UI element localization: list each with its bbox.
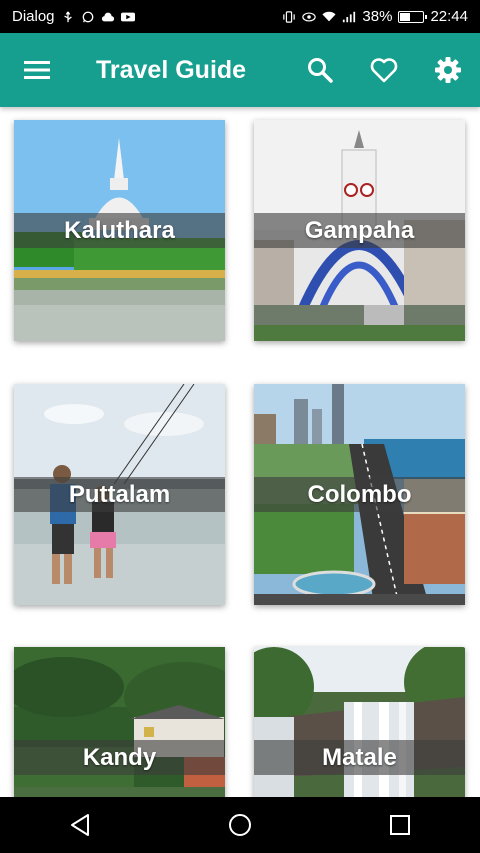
signal-icon (343, 11, 356, 22)
destination-name: Colombo (307, 480, 412, 508)
menu-icon (24, 61, 50, 79)
destination-card-kaluthara[interactable]: Kaluthara (14, 120, 225, 341)
destination-label-band: Matale (254, 740, 465, 775)
menu-button[interactable] (0, 33, 74, 107)
vibrate-icon (283, 10, 296, 23)
recents-icon (390, 815, 410, 835)
eye-icon (302, 11, 317, 22)
home-icon (229, 814, 251, 836)
settings-button[interactable] (416, 33, 480, 107)
clock: 22:44 (430, 8, 468, 25)
status-right: 38% 22:44 (282, 8, 468, 25)
destination-card-kandy[interactable]: Kandy (14, 647, 225, 797)
youtube-icon (120, 12, 135, 21)
recents-button[interactable] (360, 797, 440, 853)
wifi-icon (322, 11, 336, 21)
battery-fill (400, 12, 410, 21)
destination-name: Kandy (82, 743, 157, 771)
status-bar: Dialog 38% 22:44 (0, 0, 480, 33)
usb-icon (63, 11, 72, 22)
destination-name: Kaluthara (64, 216, 175, 244)
destination-card-puttalam[interactable]: Puttalam (14, 384, 225, 605)
destination-name: Puttalam (68, 480, 171, 508)
back-icon (71, 814, 89, 836)
destination-name: Gampaha (304, 216, 415, 244)
whatsapp-icon (82, 11, 93, 22)
destination-label-band: Puttalam (14, 477, 225, 512)
settings-icon (435, 57, 461, 83)
system-nav-bar (0, 797, 480, 853)
destination-label-band: Gampaha (254, 213, 465, 248)
search-button[interactable] (288, 33, 352, 107)
destination-card-matale[interactable]: Matale (254, 647, 465, 797)
destination-card-colombo[interactable]: Colombo (254, 384, 465, 605)
carrier-name: Dialog (12, 8, 55, 25)
back-button[interactable] (40, 797, 120, 853)
destination-label-band: Colombo (254, 477, 465, 512)
battery-icon (398, 10, 428, 23)
cloud-icon (101, 12, 114, 21)
destination-label-band: Kandy (14, 740, 225, 775)
destination-grid: Kaluthara Gampaha Puttalam Colombo Kandy… (0, 107, 480, 797)
battery-percent: 38% (362, 8, 393, 25)
home-button[interactable] (200, 797, 280, 853)
destination-card-gampaha[interactable]: Gampaha (254, 120, 465, 341)
destination-label-band: Kaluthara (14, 213, 225, 248)
app-title: Travel Guide (96, 55, 247, 84)
destination-name: Matale (322, 743, 397, 771)
status-left: Dialog (12, 8, 135, 25)
app-bar: Travel Guide (0, 33, 480, 107)
favorites-button[interactable] (352, 33, 416, 107)
search-icon (308, 58, 333, 83)
heart-icon (370, 58, 398, 83)
